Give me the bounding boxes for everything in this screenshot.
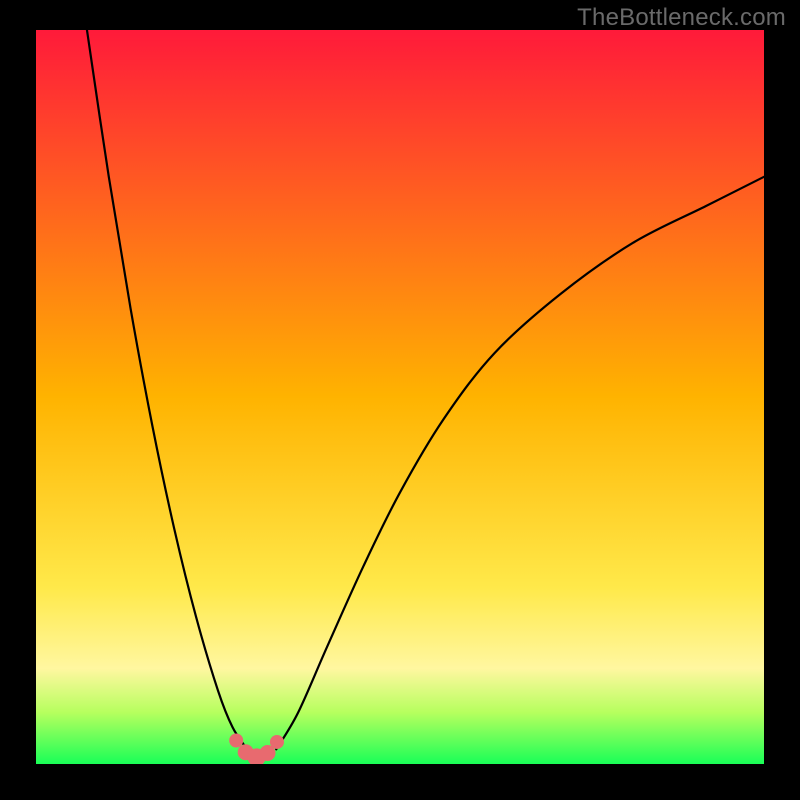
plot-area bbox=[36, 30, 764, 764]
chart-svg bbox=[36, 30, 764, 764]
chart-frame: TheBottleneck.com bbox=[0, 0, 800, 800]
marker-dot bbox=[270, 735, 284, 749]
marker-dot bbox=[229, 734, 243, 748]
gradient-bg bbox=[36, 30, 764, 764]
watermark-text: TheBottleneck.com bbox=[577, 4, 786, 32]
